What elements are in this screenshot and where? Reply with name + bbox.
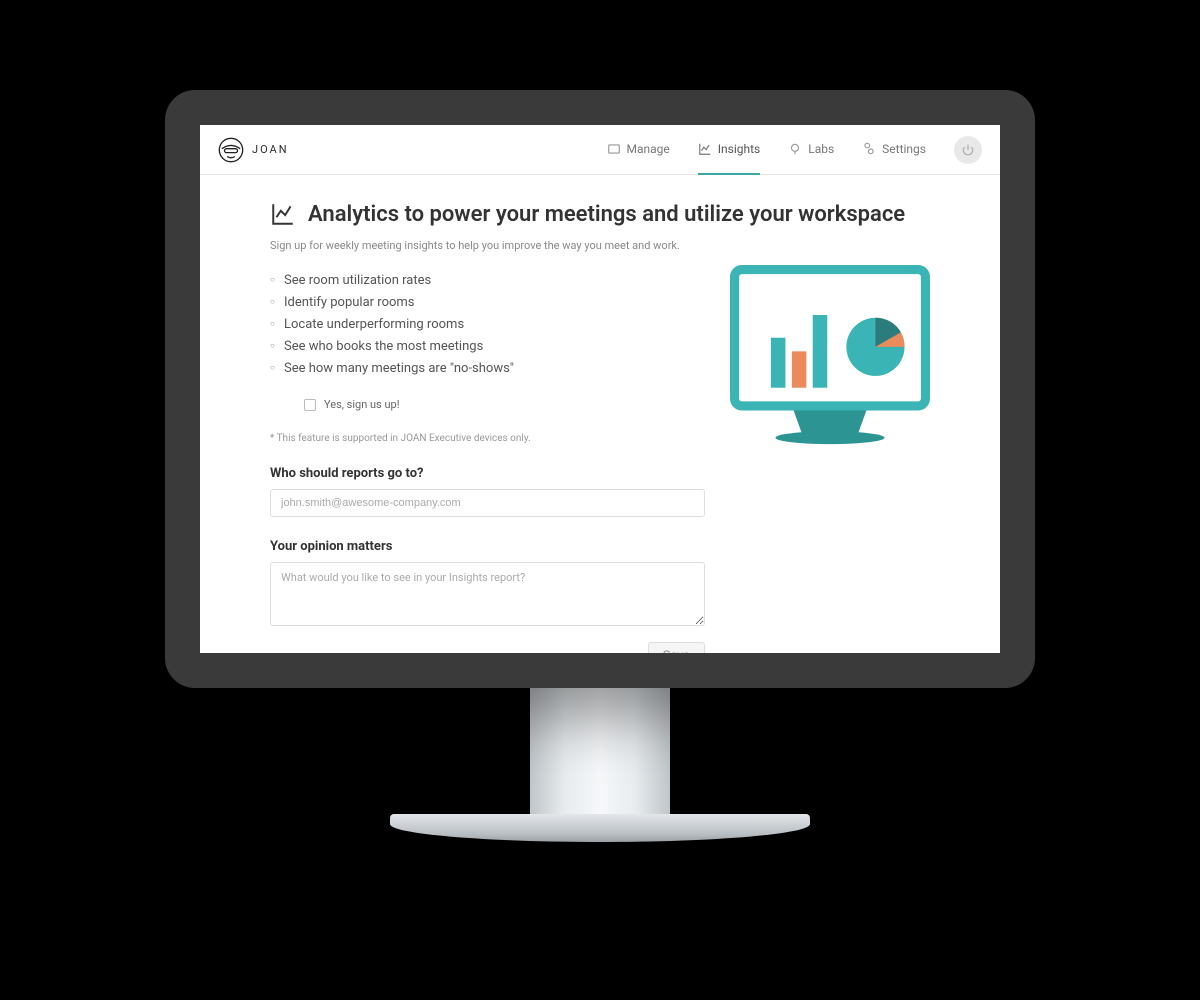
monitor-stand-base	[390, 814, 810, 842]
power-icon	[961, 143, 975, 157]
brand-name: JOAN	[252, 143, 289, 156]
nav-insights-label: Insights	[718, 125, 760, 174]
signup-label: Yes, sign us up!	[324, 398, 400, 411]
page-title-text: Analytics to power your meetings and uti…	[308, 202, 905, 227]
monitor-chart-icon	[730, 265, 930, 447]
page-title: Analytics to power your meetings and uti…	[270, 201, 930, 227]
monitor-stand-neck	[530, 688, 670, 818]
nav-manage[interactable]: Manage	[607, 125, 670, 175]
save-button[interactable]: Save	[648, 642, 705, 653]
reports-email-input[interactable]	[270, 489, 705, 517]
joan-logo-icon	[218, 137, 244, 163]
nav-settings[interactable]: Settings	[862, 125, 926, 175]
signup-checkbox[interactable]	[304, 399, 316, 411]
chart-line-icon	[270, 201, 296, 227]
nav-manage-label: Manage	[627, 125, 670, 174]
page-subtitle: Sign up for weekly meeting insights to h…	[270, 239, 930, 252]
insights-icon	[698, 142, 712, 156]
opinion-heading: Your opinion matters	[270, 539, 930, 554]
monitor-bezel: JOAN Manage Insights	[165, 90, 1035, 688]
labs-icon	[788, 142, 802, 156]
nav-menu: Manage Insights Labs	[607, 125, 982, 175]
nav-labs-label: Labs	[808, 125, 834, 174]
save-button-row: Save	[270, 642, 705, 653]
opinion-textarea[interactable]	[270, 562, 705, 626]
brand[interactable]: JOAN	[218, 137, 289, 163]
power-button[interactable]	[954, 136, 982, 164]
nav-labs[interactable]: Labs	[788, 125, 834, 175]
nav-insights[interactable]: Insights	[698, 125, 760, 175]
manage-icon	[607, 142, 621, 156]
app-screen: JOAN Manage Insights	[200, 125, 1000, 653]
settings-icon	[862, 142, 876, 156]
page-content: Analytics to power your meetings and uti…	[200, 175, 1000, 653]
top-nav: JOAN Manage Insights	[200, 125, 1000, 175]
reports-heading: Who should reports go to?	[270, 466, 930, 481]
analytics-illustration	[730, 265, 930, 451]
nav-settings-label: Settings	[882, 125, 926, 174]
